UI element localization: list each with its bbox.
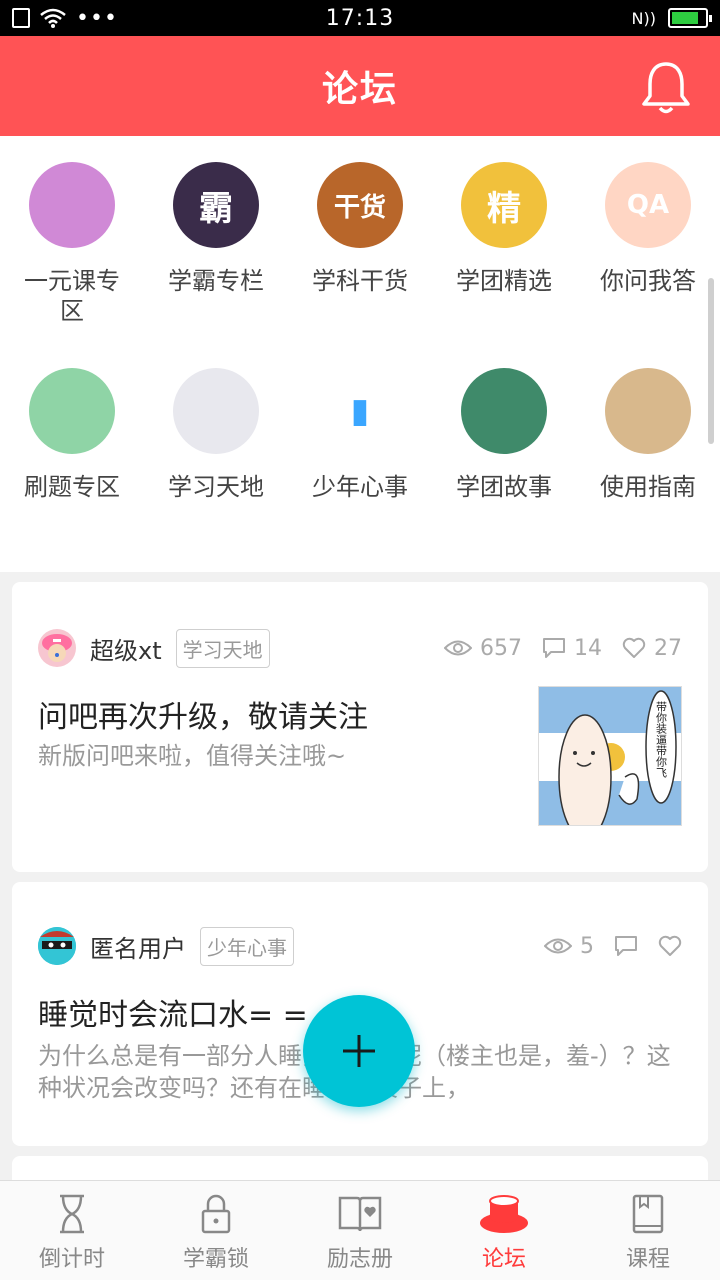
comments-stat[interactable]: 14 (542, 636, 602, 661)
bottom-nav: 倒计时 学霸锁 励志册 论坛 课程 (0, 1180, 720, 1280)
post-summary: 新版问吧来啦，值得关注哦~ (38, 742, 347, 770)
status-bar: ••• 17:13 N)) (0, 0, 720, 36)
post-stats: 5 (544, 934, 682, 959)
nav-label: 课程 (625, 1247, 670, 1272)
category-label: 学团精选 (456, 267, 552, 295)
book-heart-icon (338, 1196, 382, 1232)
magnet-icon (173, 368, 259, 454)
chopper-avatar-icon (42, 634, 72, 662)
nav-label: 论坛 (481, 1247, 526, 1272)
app-header: 论坛 (0, 36, 720, 136)
post-stats: 657 14 27 (444, 636, 682, 661)
nav-label: 倒计时 (38, 1247, 105, 1272)
category-item[interactable]: 干货 学科干货 (288, 136, 432, 342)
eye-icon (444, 640, 472, 656)
exercise-icon (29, 368, 115, 454)
select-badge-icon: 精 (461, 162, 547, 248)
heart-icon (658, 935, 682, 956)
nav-lock[interactable]: 学霸锁 (144, 1181, 288, 1280)
category-item[interactable]: 学团故事 (432, 342, 576, 548)
popsicle-icon: ▮ (317, 368, 403, 454)
nav-course[interactable]: 课程 (576, 1181, 720, 1280)
hourglass-icon (60, 1194, 84, 1234)
comments-count: 14 (574, 635, 602, 661)
likes-stat[interactable] (658, 935, 682, 957)
course-book-icon (632, 1194, 664, 1234)
likes-count: 27 (654, 635, 682, 661)
new-post-button[interactable] (303, 995, 415, 1107)
category-item[interactable]: 精学团精选 (432, 136, 576, 342)
category-item[interactable]: 霸学霸专栏 (144, 136, 288, 342)
category-item[interactable]: 学习天地 (144, 342, 288, 548)
chess-icon (605, 368, 691, 454)
forum-cup-icon (480, 1195, 528, 1233)
ninja-avatar-icon (38, 927, 76, 965)
status-time: 17:13 (325, 5, 395, 31)
category-label: 刷题专区 (24, 473, 120, 501)
nav-countdown[interactable]: 倒计时 (0, 1181, 144, 1280)
battery-icon (668, 8, 712, 28)
comment-icon (543, 638, 565, 658)
nav-inspiration[interactable]: 励志册 (288, 1181, 432, 1280)
comment-icon (615, 936, 637, 956)
book-icon (461, 368, 547, 454)
post-author[interactable]: 匿名用户 (90, 929, 186, 964)
category-label: 少年心事 (312, 473, 408, 501)
views-count: 5 (580, 933, 594, 959)
post-tag[interactable]: 学习天地 (175, 628, 270, 668)
qa-icon: QA (605, 162, 691, 248)
nav-label: 学霸锁 (182, 1247, 249, 1272)
post-title[interactable]: 睡觉时会流口水= = (38, 990, 308, 1034)
xueba-badge-icon: 霸 (173, 162, 259, 248)
lock-icon (201, 1194, 231, 1234)
likes-stat[interactable]: 27 (622, 636, 682, 661)
category-panel: 一元课专区霸学霸专栏 干货 学科干货精学团精选 QA 你问我答 刷题专区 学习天地 ▮ 少年心事… (0, 136, 720, 572)
plus-icon (343, 1035, 375, 1067)
comments-stat[interactable] (614, 935, 638, 957)
scrollbar[interactable] (708, 278, 714, 444)
category-item[interactable]: 一元课专区 (0, 136, 144, 342)
category-label: 使用指南 (600, 473, 696, 501)
bell-icon[interactable] (640, 60, 692, 116)
user-avatar[interactable] (38, 927, 76, 965)
category-grid: 一元课专区霸学霸专栏 干货 学科干货精学团精选 QA 你问我答 刷题专区 学习天地 ▮ 少年心事… (0, 136, 720, 548)
post-author[interactable]: 超级xt (90, 631, 162, 666)
page-title: 论坛 (321, 69, 398, 110)
views-stat: 5 (544, 934, 594, 959)
post-title[interactable]: 问吧再次升级，敬请关注 (38, 692, 368, 736)
cartoon-thumbnail-image: 带你装逼带你飞 (539, 687, 681, 825)
category-item[interactable]: 刷题专区 (0, 342, 144, 548)
dry-goods-icon: 干货 (317, 162, 403, 248)
category-item[interactable]: ▮ 少年心事 (288, 342, 432, 548)
category-label: 你问我答 (600, 267, 696, 295)
category-label: 学霸专栏 (168, 267, 264, 295)
post-thumbnail[interactable]: 带你装逼带你飞 (538, 686, 682, 826)
category-label: 学团故事 (456, 473, 552, 501)
eye-icon (544, 938, 572, 954)
views-count: 657 (480, 635, 522, 661)
nav-forum[interactable]: 论坛 (432, 1181, 576, 1280)
thumbnail-caption: 带你装逼带你飞 (655, 701, 668, 778)
category-label: 一元课专区 (24, 267, 120, 325)
category-item[interactable]: QA 你问我答 (576, 136, 720, 342)
post-tag[interactable]: 少年心事 (200, 926, 294, 966)
category-item[interactable]: 使用指南 (576, 342, 720, 548)
heart-icon (622, 637, 646, 658)
post-card[interactable]: 超级xt 学习天地 657 14 27 问吧再次升级，敬请关注 新版问吧来啦，值… (12, 582, 708, 872)
category-label: 学习天地 (168, 473, 264, 501)
user-avatar[interactable] (38, 629, 76, 667)
person-avatar-icon (29, 162, 115, 248)
views-stat: 657 (444, 636, 522, 661)
category-label: 学科干货 (312, 267, 408, 295)
battery-fill (672, 12, 698, 24)
nav-label: 励志册 (326, 1247, 393, 1272)
